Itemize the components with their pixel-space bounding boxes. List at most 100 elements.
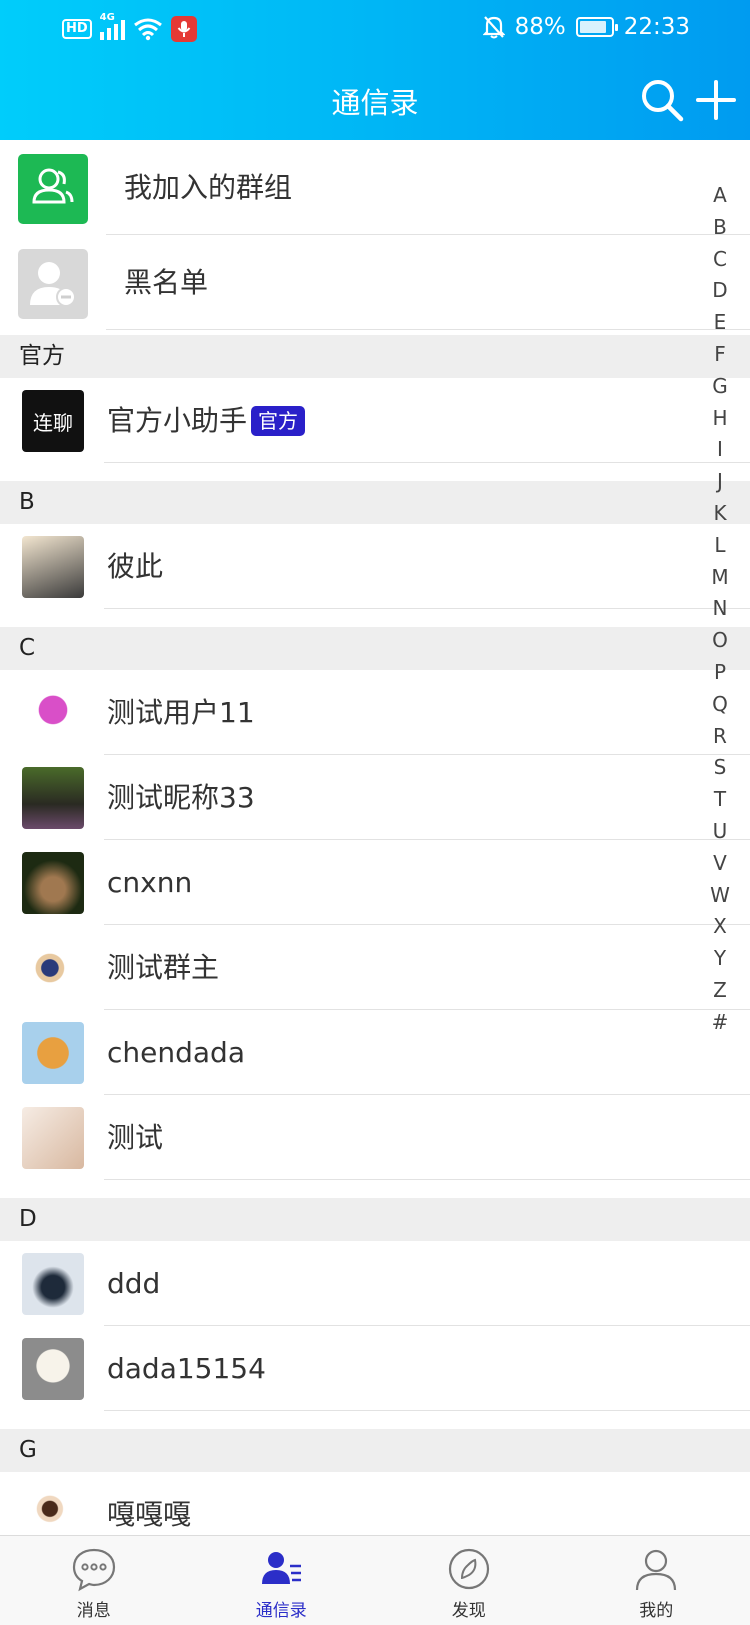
microphone-icon xyxy=(170,16,197,42)
section-header-official: 官方 xyxy=(0,335,750,378)
contact-row[interactable]: 连聊 官方小助手 官方 xyxy=(0,378,750,463)
section-header-g: G xyxy=(0,1429,750,1472)
index-letter[interactable]: B xyxy=(708,212,732,244)
contact-name: 测试 xyxy=(107,1121,164,1154)
contact-row[interactable]: cnxnn xyxy=(0,840,750,925)
index-letter[interactable]: X xyxy=(708,911,732,943)
index-letter[interactable]: O xyxy=(708,625,732,657)
my-groups-label: 我加入的群组 xyxy=(124,171,293,204)
index-letter[interactable]: C xyxy=(708,244,732,276)
battery-level xyxy=(579,21,607,33)
blacklist-label: 黑名单 xyxy=(124,266,209,299)
battery-percent: 88% xyxy=(514,14,566,40)
contact-name: 测试昵称33 xyxy=(107,781,255,814)
section-header-b: B xyxy=(0,481,750,524)
blocked-user-icon xyxy=(18,249,88,319)
tab-messages[interactable]: 消息 xyxy=(0,1536,188,1625)
index-letter[interactable]: I xyxy=(708,434,732,466)
contact-row[interactable]: 测试群主 xyxy=(0,925,750,1010)
tab-label: 通信录 xyxy=(255,1601,307,1621)
contact-avatar xyxy=(22,1253,84,1315)
section-header-d: D xyxy=(0,1198,750,1241)
tab-discover[interactable]: 发现 xyxy=(375,1536,563,1625)
app-header: HD 4G 88% 22:33 通信录 xyxy=(0,0,750,140)
contact-name: 嘎嘎嘎 xyxy=(107,1498,192,1531)
index-letter[interactable]: N xyxy=(708,593,732,625)
contact-row[interactable]: 嘎嘎嘎 xyxy=(0,1472,750,1535)
blacklist-row[interactable]: 黑名单 xyxy=(0,235,750,330)
contact-name: 彼此 xyxy=(107,550,164,583)
contact-avatar xyxy=(22,852,84,914)
index-letter[interactable]: U xyxy=(708,816,732,848)
index-letter[interactable]: L xyxy=(708,530,732,562)
contact-row[interactable]: 彼此 xyxy=(0,524,750,609)
hd-badge: HD xyxy=(62,19,92,39)
index-letter[interactable]: Q xyxy=(708,689,732,721)
index-letter[interactable]: W xyxy=(708,880,732,912)
index-letter[interactable]: R xyxy=(708,721,732,753)
index-letter[interactable]: F xyxy=(708,339,732,371)
status-bar: HD 4G 88% 22:33 xyxy=(0,0,750,60)
battery-icon xyxy=(575,17,618,37)
contact-avatar xyxy=(22,937,84,999)
my-groups-row[interactable]: 我加入的群组 xyxy=(0,140,750,235)
contacts-icon xyxy=(262,1552,302,1584)
index-letter[interactable]: P xyxy=(708,657,732,689)
contact-avatar xyxy=(22,1484,84,1535)
index-letter[interactable]: T xyxy=(708,784,732,816)
contact-row[interactable]: chendada xyxy=(0,1010,750,1095)
index-letter[interactable]: V xyxy=(708,848,732,880)
contact-name: ddd xyxy=(107,1267,161,1300)
clock: 22:33 xyxy=(623,14,690,40)
page-title: 通信录 xyxy=(331,86,419,120)
add-icon[interactable] xyxy=(694,78,738,122)
tab-me[interactable]: 我的 xyxy=(563,1536,750,1625)
contact-list: 我加入的群组 黑名单 官方 连聊 官方小助手 官方 B 彼此 C 测试用户11 … xyxy=(0,140,750,1535)
tab-label: 我的 xyxy=(639,1601,674,1621)
contact-name: chendada xyxy=(107,1036,245,1069)
index-letter[interactable]: D xyxy=(708,275,732,307)
index-letter[interactable]: S xyxy=(708,752,732,784)
tab-label: 消息 xyxy=(76,1601,111,1621)
tab-contacts[interactable]: 通信录 xyxy=(188,1536,376,1625)
compass-icon xyxy=(448,1548,489,1590)
contact-row[interactable]: 测试用户11 xyxy=(0,670,750,755)
bell-off-icon xyxy=(482,16,505,39)
alphabet-index[interactable]: A B C D E F G H I J K L M N O P Q R S T … xyxy=(708,180,732,1039)
contact-name: cnxnn xyxy=(107,866,193,899)
contact-row[interactable]: 测试 xyxy=(0,1095,750,1180)
contact-avatar xyxy=(22,536,84,598)
contact-row[interactable]: dada15154 xyxy=(0,1326,750,1411)
group-icon xyxy=(18,154,88,224)
tab-label: 发现 xyxy=(451,1601,486,1621)
index-letter[interactable]: G xyxy=(708,371,732,403)
contact-avatar xyxy=(22,1338,84,1400)
section-header-c: C xyxy=(0,627,750,670)
index-letter[interactable]: Z xyxy=(708,975,732,1007)
chat-bubble-icon xyxy=(72,1548,115,1592)
contact-name: dada15154 xyxy=(107,1352,266,1385)
user-profile-icon xyxy=(636,1549,677,1591)
contact-avatar: 连聊 xyxy=(22,390,84,452)
bottom-tab-bar: 消息 通信录 发现 我的 xyxy=(0,1535,750,1625)
contact-name: 官方小助手 xyxy=(107,404,248,437)
contact-row[interactable]: 测试昵称33 xyxy=(0,755,750,840)
index-letter[interactable]: # xyxy=(708,1007,732,1039)
network-type-label: 4G xyxy=(99,12,115,23)
contact-name: 测试群主 xyxy=(107,951,220,984)
contact-avatar xyxy=(22,1022,84,1084)
contact-avatar xyxy=(22,767,84,829)
index-letter[interactable]: M xyxy=(708,562,732,594)
contact-row[interactable]: ddd xyxy=(0,1241,750,1326)
index-letter[interactable]: K xyxy=(708,498,732,530)
search-icon[interactable] xyxy=(640,78,684,122)
cellular-signal-icon: 4G xyxy=(99,12,125,40)
index-letter[interactable]: H xyxy=(708,403,732,435)
index-letter[interactable]: J xyxy=(708,466,732,498)
index-letter[interactable]: E xyxy=(708,307,732,339)
index-letter[interactable]: A xyxy=(708,180,732,212)
wifi-icon xyxy=(133,18,162,41)
contact-name: 测试用户11 xyxy=(107,696,255,729)
contact-avatar xyxy=(22,682,84,744)
index-letter[interactable]: Y xyxy=(708,943,732,975)
